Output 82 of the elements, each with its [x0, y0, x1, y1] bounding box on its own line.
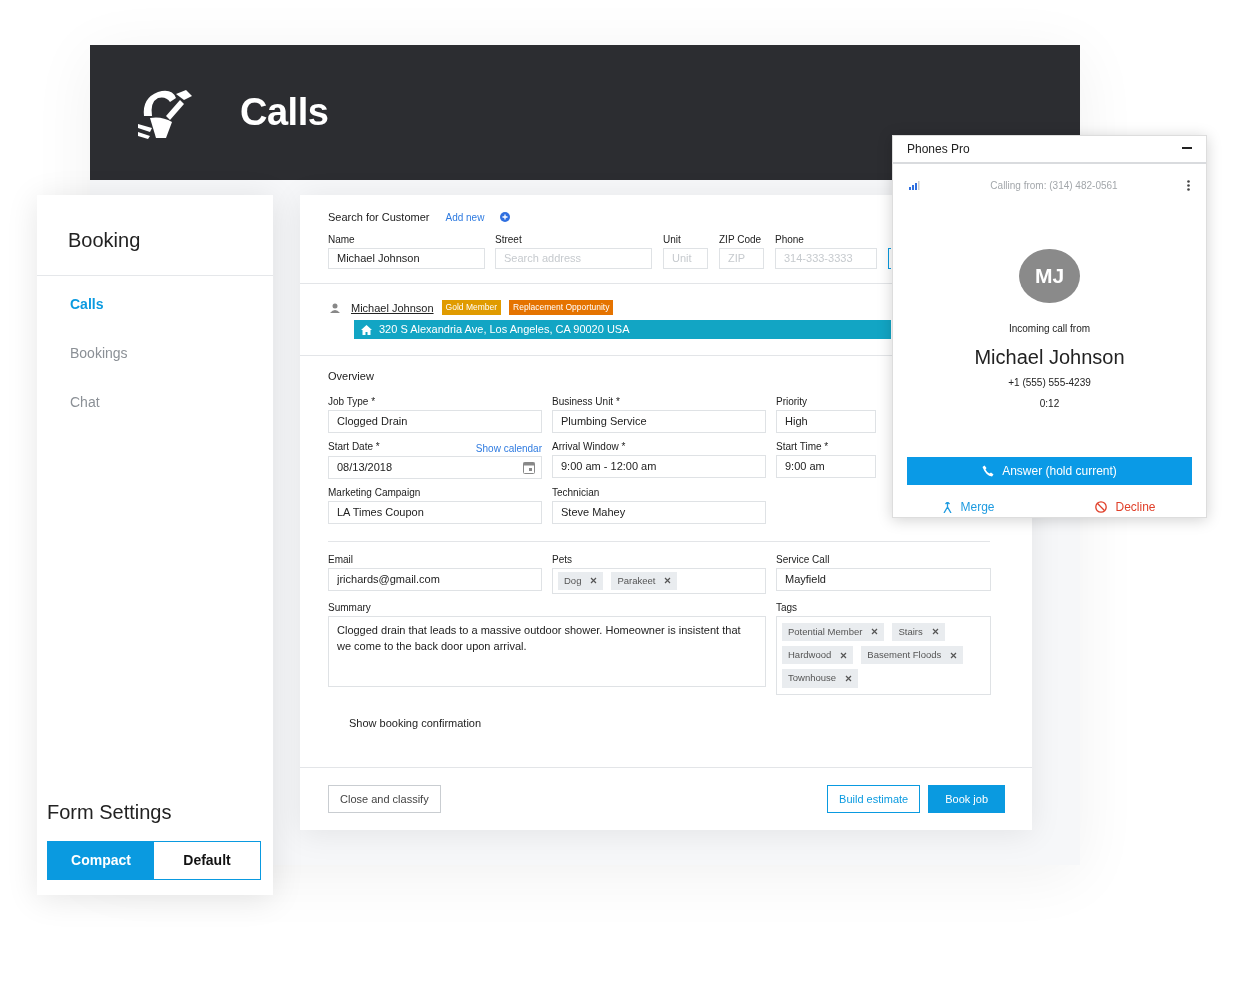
customer-tag: Gold Member	[441, 300, 502, 316]
field-label: Start Date *	[328, 440, 380, 454]
sidebar-title: Booking	[37, 195, 273, 276]
field-label: Technician	[552, 486, 600, 499]
incoming-label: Incoming call from	[1007, 322, 1092, 337]
section-title: Overview	[328, 369, 375, 384]
pets-field[interactable]: Dog Parakeet	[552, 567, 766, 594]
decline-button[interactable]: Decline	[1089, 497, 1162, 517]
field-label: Pets	[552, 553, 573, 566]
input-field[interactable]: Unit	[663, 247, 708, 269]
field-label: Job Type *	[328, 395, 376, 408]
input-field[interactable]: Search address	[495, 247, 652, 269]
tag-chip[interactable]: Parakeet	[611, 571, 678, 590]
close-icon[interactable]	[845, 674, 853, 682]
field-label: Tags	[776, 601, 799, 614]
add-new-link[interactable]: Add new	[445, 209, 485, 225]
input-field[interactable]: ZIP	[719, 247, 764, 269]
close-icon[interactable]	[871, 628, 879, 636]
field-label: Marketing Campaign	[328, 486, 421, 499]
customer-tag: Replacement Opportunity	[509, 300, 614, 316]
field-label: Arrival Window *	[552, 440, 626, 453]
plus-circle-icon[interactable]	[500, 212, 511, 223]
date-field[interactable]: 08/13/2018	[328, 455, 542, 479]
tag-chip[interactable]: Dog	[558, 571, 604, 590]
tag-chip[interactable]: Hardwood	[782, 646, 854, 665]
phone-icon	[982, 465, 995, 478]
input-field[interactable]: 9:00 am - 12:00 am	[552, 454, 766, 478]
avatar: MJ	[1019, 248, 1080, 304]
close-icon[interactable]	[931, 628, 939, 636]
close-icon[interactable]	[590, 577, 598, 585]
close-icon[interactable]	[950, 651, 958, 659]
input-field[interactable]: Clogged Drain	[328, 409, 542, 433]
field-label: Priority	[776, 395, 808, 408]
input-field[interactable]: jrichards@gmail.com	[328, 567, 542, 591]
minimize-icon[interactable]	[1182, 147, 1192, 151]
field-label: Business Unit *	[552, 395, 620, 408]
section-title: Form Settings	[47, 800, 173, 825]
customer-name-link[interactable]: Michael Johnson	[351, 299, 434, 316]
summary-field[interactable]: Clogged drain that leads to a massive outdoor shower. Homeowner is insistent that we come to the back door upon arrival.	[328, 615, 766, 687]
field-label: Name	[328, 233, 356, 246]
calendar-icon[interactable]	[523, 460, 535, 474]
input-field[interactable]: Plumbing Service	[552, 409, 766, 433]
field-label: Unit	[663, 233, 682, 246]
input-field[interactable]: High	[776, 409, 876, 433]
field-label: Start Time *	[776, 440, 829, 453]
field-label: Service Call	[776, 553, 831, 566]
page-title: Calls	[240, 90, 329, 135]
tag-chip[interactable]: Stairs	[892, 622, 945, 641]
widget-title: Phones Pro	[907, 140, 970, 158]
tag-chip[interactable]: Potential Member	[782, 622, 885, 641]
tags-field[interactable]: Potential Member Stairs Hardwood Basement Floods Townhouse	[776, 615, 991, 695]
caller-name: Michael Johnson	[973, 345, 1126, 371]
show-calendar-link[interactable]: Show calendar	[475, 440, 542, 456]
input-field[interactable]: 314-333-3333	[775, 247, 877, 269]
calling-from-text: Calling from: (314) 482-0561	[990, 178, 1118, 193]
button-edge[interactable]	[888, 247, 891, 269]
prohibited-icon	[1095, 501, 1108, 513]
address-text: 320 S Alexandria Ave, Los Angeles, CA 90020 USA	[379, 322, 630, 338]
person-icon	[330, 302, 340, 313]
tag-chip[interactable]: Townhouse	[782, 669, 859, 688]
field-label: Street	[495, 233, 523, 246]
signal-icon	[909, 180, 921, 190]
tag-chip[interactable]: Basement Floods	[861, 646, 964, 665]
input-field[interactable]: Mayfield	[776, 567, 991, 591]
input-field[interactable]: Steve Mahey	[552, 500, 766, 524]
close-icon[interactable]	[664, 577, 672, 585]
merge-icon	[943, 501, 953, 513]
field-label: Email	[328, 553, 354, 566]
input-field[interactable]: Michael Johnson	[328, 247, 485, 269]
field-label: ZIP Code	[719, 233, 763, 246]
home-icon	[361, 324, 372, 335]
input-field[interactable]: LA Times Coupon	[328, 500, 542, 524]
caller-number: +1 (555) 555-4239	[1007, 376, 1092, 391]
more-icon[interactable]	[1187, 179, 1190, 191]
close-button[interactable]: Close and classify	[328, 785, 441, 813]
call-duration: 0:12	[1038, 397, 1061, 412]
field-label: Summary	[328, 601, 372, 614]
section-title: Search for Customer	[328, 210, 430, 225]
confirmation-text: Show booking confirmation	[349, 715, 482, 731]
input-field[interactable]: 9:00 am	[776, 454, 876, 478]
close-icon[interactable]	[840, 651, 848, 659]
field-label: Phone	[775, 233, 805, 246]
